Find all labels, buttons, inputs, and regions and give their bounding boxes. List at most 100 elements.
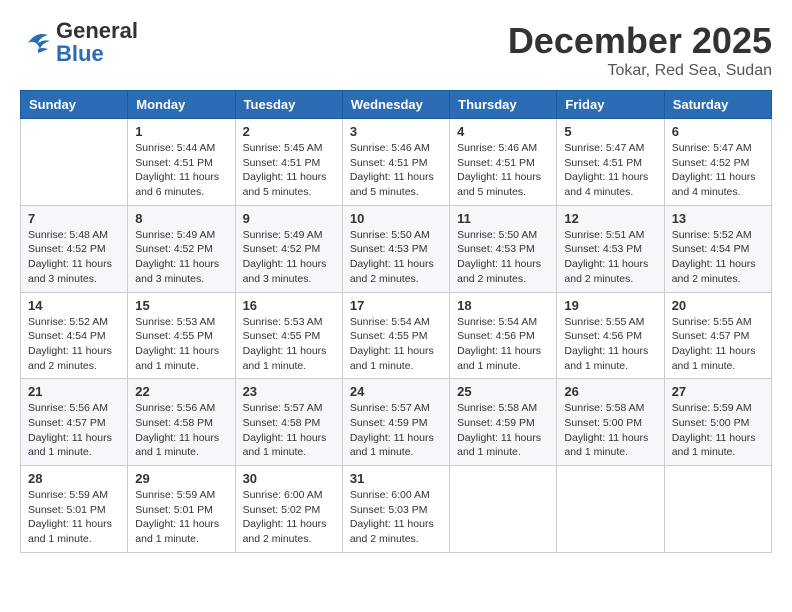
day-info: Sunrise: 6:00 AMSunset: 5:03 PMDaylight:… <box>350 488 442 547</box>
day-number: 25 <box>457 384 549 399</box>
page-header: General Blue December 2025 Tokar, Red Se… <box>20 20 772 80</box>
day-number: 30 <box>243 471 335 486</box>
calendar-cell: 1Sunrise: 5:44 AMSunset: 4:51 PMDaylight… <box>128 119 235 206</box>
day-info: Sunrise: 5:53 AMSunset: 4:55 PMDaylight:… <box>243 315 335 374</box>
day-info: Sunrise: 5:45 AMSunset: 4:51 PMDaylight:… <box>243 141 335 200</box>
day-info: Sunrise: 5:59 AMSunset: 5:01 PMDaylight:… <box>135 488 227 547</box>
calendar-cell <box>450 466 557 553</box>
day-number: 4 <box>457 124 549 139</box>
day-number: 24 <box>350 384 442 399</box>
day-number: 17 <box>350 298 442 313</box>
calendar-week-1: 7 Sunrise: 5:48 AMSunset: 4:52 PMDaylight… <box>21 205 772 292</box>
logo-blue: Blue <box>56 41 104 66</box>
day-info: Sunrise: 5:58 AMSunset: 5:00 PMDaylight:… <box>564 401 656 460</box>
calendar-cell: 21 Sunrise: 5:56 AMSunset: 4:57 PMDayligh… <box>21 379 128 466</box>
calendar-cell: 6 Sunrise: 5:47 AMSunset: 4:52 PMDaylight… <box>664 119 771 206</box>
calendar-cell: 2Sunrise: 5:45 AMSunset: 4:51 PMDaylight… <box>235 119 342 206</box>
calendar-week-0: 1Sunrise: 5:44 AMSunset: 4:51 PMDaylight… <box>21 119 772 206</box>
day-info: Sunrise: 5:52 AMSunset: 4:54 PMDaylight:… <box>28 315 120 374</box>
day-number: 13 <box>672 211 764 226</box>
calendar-cell: 8 Sunrise: 5:49 AMSunset: 4:52 PMDaylight… <box>128 205 235 292</box>
day-info: Sunrise: 5:59 AMSunset: 5:00 PMDaylight:… <box>672 401 764 460</box>
calendar-cell: 5 Sunrise: 5:47 AMSunset: 4:51 PMDaylight… <box>557 119 664 206</box>
calendar-cell: 27 Sunrise: 5:59 AMSunset: 5:00 PMDayligh… <box>664 379 771 466</box>
day-number: 12 <box>564 211 656 226</box>
day-info: Sunrise: 5:54 AMSunset: 4:56 PMDaylight:… <box>457 315 549 374</box>
day-info: Sunrise: 5:52 AMSunset: 4:54 PMDaylight:… <box>672 228 764 287</box>
calendar-week-3: 21 Sunrise: 5:56 AMSunset: 4:57 PMDayligh… <box>21 379 772 466</box>
day-info: Sunrise: 5:57 AMSunset: 4:59 PMDaylight:… <box>350 401 442 460</box>
day-number: 20 <box>672 298 764 313</box>
calendar-cell: 16 Sunrise: 5:53 AMSunset: 4:55 PMDayligh… <box>235 292 342 379</box>
day-number: 11 <box>457 211 549 226</box>
calendar-cell: 11 Sunrise: 5:50 AMSunset: 4:53 PMDayligh… <box>450 205 557 292</box>
day-info: Sunrise: 5:56 AMSunset: 4:57 PMDaylight:… <box>28 401 120 460</box>
day-info: Sunrise: 5:55 AMSunset: 4:56 PMDaylight:… <box>564 315 656 374</box>
calendar-header-saturday: Saturday <box>664 91 771 119</box>
day-info: Sunrise: 5:48 AMSunset: 4:52 PMDaylight:… <box>28 228 120 287</box>
day-number: 29 <box>135 471 227 486</box>
calendar-header-wednesday: Wednesday <box>342 91 449 119</box>
calendar-header-row: SundayMondayTuesdayWednesdayThursdayFrid… <box>21 91 772 119</box>
month-title: December 2025 <box>508 20 772 62</box>
day-info: Sunrise: 5:44 AMSunset: 4:51 PMDaylight:… <box>135 141 227 200</box>
day-number: 22 <box>135 384 227 399</box>
calendar-cell: 18 Sunrise: 5:54 AMSunset: 4:56 PMDayligh… <box>450 292 557 379</box>
day-number: 26 <box>564 384 656 399</box>
day-number: 3 <box>350 124 442 139</box>
day-info: Sunrise: 5:53 AMSunset: 4:55 PMDaylight:… <box>135 315 227 374</box>
calendar-cell: 12 Sunrise: 5:51 AMSunset: 4:53 PMDayligh… <box>557 205 664 292</box>
location: Tokar, Red Sea, Sudan <box>508 62 772 80</box>
calendar-header-friday: Friday <box>557 91 664 119</box>
day-info: Sunrise: 5:49 AMSunset: 4:52 PMDaylight:… <box>135 228 227 287</box>
day-number: 15 <box>135 298 227 313</box>
day-number: 18 <box>457 298 549 313</box>
day-info: Sunrise: 5:50 AMSunset: 4:53 PMDaylight:… <box>457 228 549 287</box>
calendar-cell: 13 Sunrise: 5:52 AMSunset: 4:54 PMDayligh… <box>664 205 771 292</box>
day-number: 9 <box>243 211 335 226</box>
day-number: 19 <box>564 298 656 313</box>
day-info: Sunrise: 5:47 AMSunset: 4:52 PMDaylight:… <box>672 141 764 200</box>
day-number: 5 <box>564 124 656 139</box>
calendar-cell: 10Sunrise: 5:50 AMSunset: 4:53 PMDayligh… <box>342 205 449 292</box>
calendar-cell: 3 Sunrise: 5:46 AMSunset: 4:51 PMDaylight… <box>342 119 449 206</box>
logo: General Blue <box>20 20 138 66</box>
day-info: Sunrise: 6:00 AMSunset: 5:02 PMDaylight:… <box>243 488 335 547</box>
day-info: Sunrise: 5:51 AMSunset: 4:53 PMDaylight:… <box>564 228 656 287</box>
calendar-cell: 14 Sunrise: 5:52 AMSunset: 4:54 PMDayligh… <box>21 292 128 379</box>
day-number: 27 <box>672 384 764 399</box>
calendar-cell: 25 Sunrise: 5:58 AMSunset: 4:59 PMDayligh… <box>450 379 557 466</box>
calendar-cell: 26 Sunrise: 5:58 AMSunset: 5:00 PMDayligh… <box>557 379 664 466</box>
calendar-cell: 4Sunrise: 5:46 AMSunset: 4:51 PMDaylight… <box>450 119 557 206</box>
day-info: Sunrise: 5:57 AMSunset: 4:58 PMDaylight:… <box>243 401 335 460</box>
day-number: 7 <box>28 211 120 226</box>
day-number: 6 <box>672 124 764 139</box>
day-info: Sunrise: 5:59 AMSunset: 5:01 PMDaylight:… <box>28 488 120 547</box>
calendar-header-tuesday: Tuesday <box>235 91 342 119</box>
day-number: 10 <box>350 211 442 226</box>
calendar-cell <box>21 119 128 206</box>
calendar-cell <box>557 466 664 553</box>
day-number: 23 <box>243 384 335 399</box>
calendar-cell <box>664 466 771 553</box>
day-info: Sunrise: 5:47 AMSunset: 4:51 PMDaylight:… <box>564 141 656 200</box>
day-info: Sunrise: 5:46 AMSunset: 4:51 PMDaylight:… <box>350 141 442 200</box>
calendar-table: SundayMondayTuesdayWednesdayThursdayFrid… <box>20 90 772 553</box>
calendar-cell: 20Sunrise: 5:55 AMSunset: 4:57 PMDayligh… <box>664 292 771 379</box>
logo-icon <box>20 29 52 57</box>
calendar-cell: 30 Sunrise: 6:00 AMSunset: 5:02 PMDayligh… <box>235 466 342 553</box>
day-number: 16 <box>243 298 335 313</box>
calendar-header-monday: Monday <box>128 91 235 119</box>
calendar-cell: 9Sunrise: 5:49 AMSunset: 4:52 PMDaylight… <box>235 205 342 292</box>
calendar-cell: 29 Sunrise: 5:59 AMSunset: 5:01 PMDayligh… <box>128 466 235 553</box>
day-number: 14 <box>28 298 120 313</box>
calendar-cell: 7 Sunrise: 5:48 AMSunset: 4:52 PMDaylight… <box>21 205 128 292</box>
day-number: 8 <box>135 211 227 226</box>
day-number: 21 <box>28 384 120 399</box>
calendar-header-thursday: Thursday <box>450 91 557 119</box>
calendar-cell: 15 Sunrise: 5:53 AMSunset: 4:55 PMDayligh… <box>128 292 235 379</box>
day-info: Sunrise: 5:58 AMSunset: 4:59 PMDaylight:… <box>457 401 549 460</box>
day-number: 28 <box>28 471 120 486</box>
calendar-cell: 23 Sunrise: 5:57 AMSunset: 4:58 PMDayligh… <box>235 379 342 466</box>
calendar-cell: 31Sunrise: 6:00 AMSunset: 5:03 PMDayligh… <box>342 466 449 553</box>
